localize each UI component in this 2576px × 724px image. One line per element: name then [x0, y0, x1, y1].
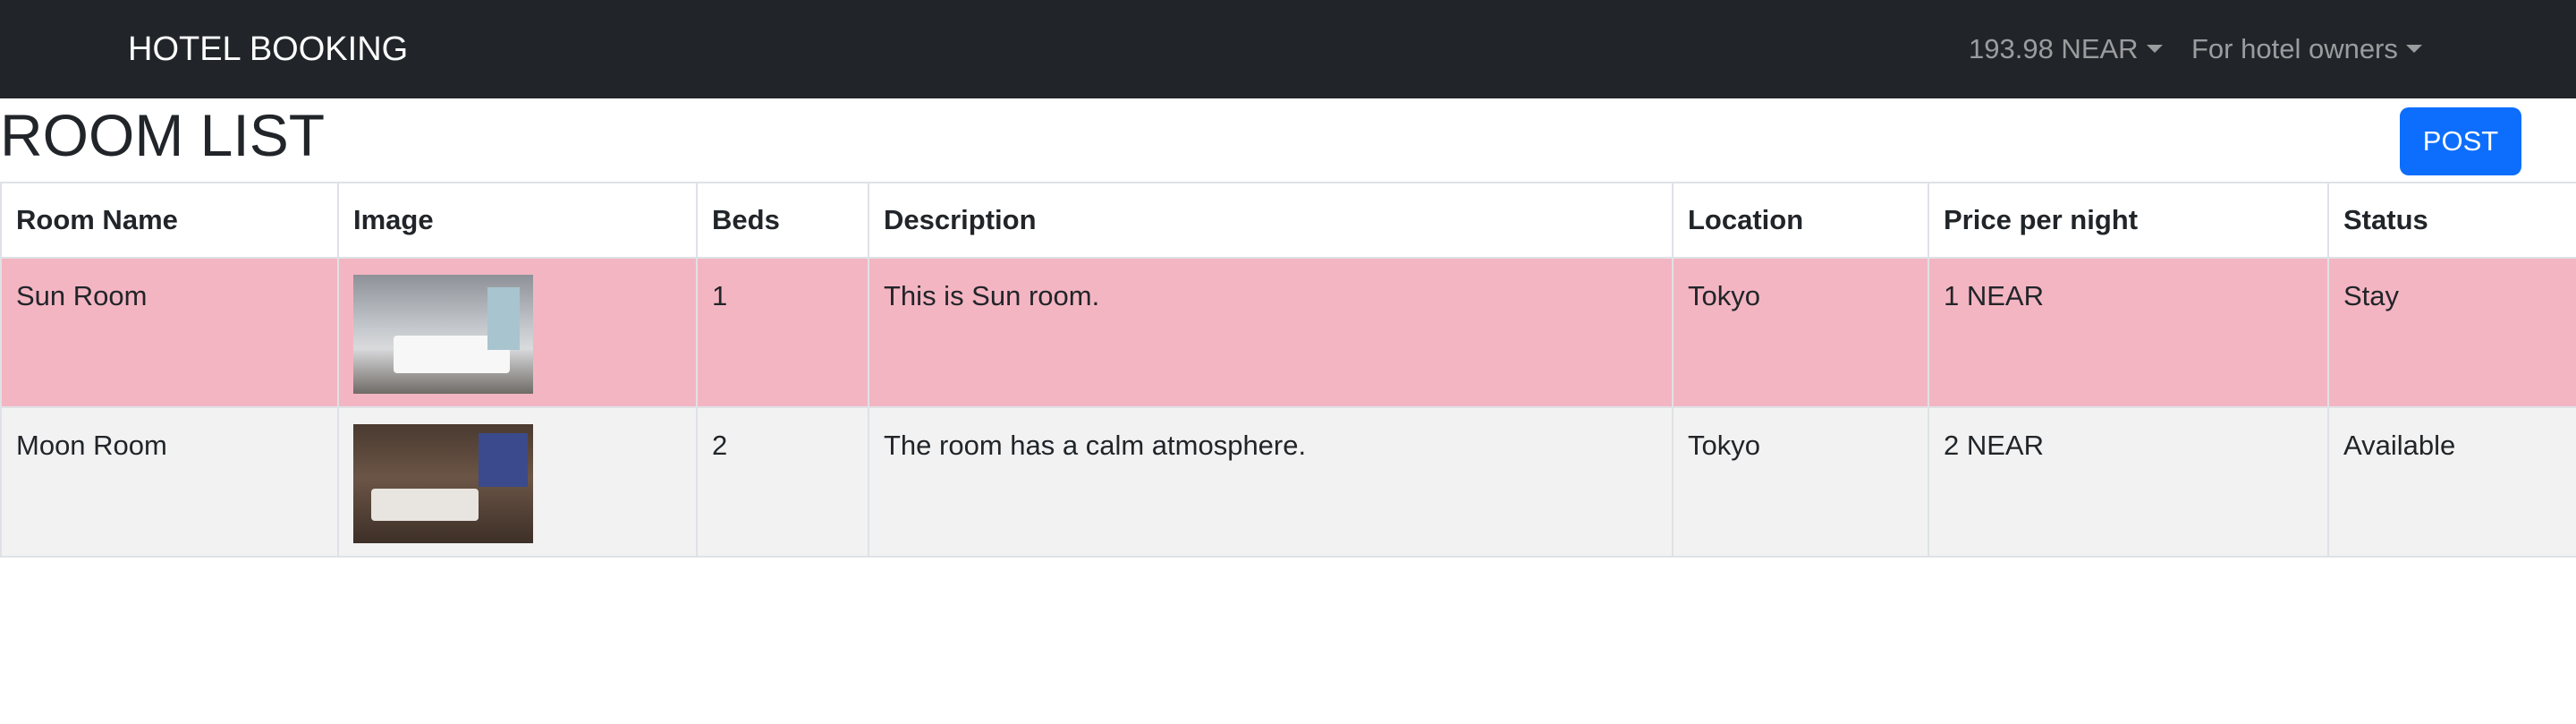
table-header-row: Room Name Image Beds Description Locatio…: [0, 182, 2576, 259]
location-cell: Tokyo: [1672, 406, 1929, 558]
header-price: Price per night: [1928, 182, 2329, 259]
header-image: Image: [337, 182, 698, 259]
room-image: [353, 275, 533, 394]
table-row: Moon Room 2 The room has a calm atmosphe…: [0, 406, 2576, 558]
page-title: ROOM LIST: [0, 102, 326, 168]
room-table: Room Name Image Beds Description Locatio…: [0, 182, 2576, 558]
table-row: Sun Room 1 This is Sun room. Tokyo 1 NEA…: [0, 257, 2576, 408]
post-button[interactable]: POST: [2400, 107, 2521, 175]
header-description: Description: [868, 182, 1674, 259]
balance-label: 193.98 NEAR: [1969, 33, 2139, 64]
price-cell: 2 NEAR: [1928, 406, 2329, 558]
room-name-cell: Moon Room: [0, 406, 339, 558]
header-room-name: Room Name: [0, 182, 339, 259]
beds-cell: 1: [696, 257, 869, 408]
header-location: Location: [1672, 182, 1929, 259]
status-cell: Available: [2327, 406, 2576, 558]
header-beds: Beds: [696, 182, 869, 259]
chevron-down-icon: [2405, 45, 2422, 53]
header-status: Status: [2327, 182, 2576, 259]
beds-cell: 2: [696, 406, 869, 558]
description-cell: The room has a calm atmosphere.: [868, 406, 1674, 558]
location-cell: Tokyo: [1672, 257, 1929, 408]
hotel-owners-label: For hotel owners: [2191, 33, 2398, 64]
room-image: [353, 424, 533, 543]
room-name-cell: Sun Room: [0, 257, 339, 408]
image-cell: [337, 257, 698, 408]
top-navbar: HOTEL BOOKING 193.98 NEAR For hotel owne…: [0, 0, 2576, 98]
image-cell: [337, 406, 698, 558]
balance-dropdown[interactable]: 193.98 NEAR: [1969, 27, 2163, 72]
status-cell: Stay: [2327, 257, 2576, 408]
price-cell: 1 NEAR: [1928, 257, 2329, 408]
chevron-down-icon: [2146, 45, 2163, 53]
description-cell: This is Sun room.: [868, 257, 1674, 408]
hotel-owners-dropdown[interactable]: For hotel owners: [2191, 27, 2422, 72]
brand-link[interactable]: HOTEL BOOKING: [128, 27, 408, 72]
